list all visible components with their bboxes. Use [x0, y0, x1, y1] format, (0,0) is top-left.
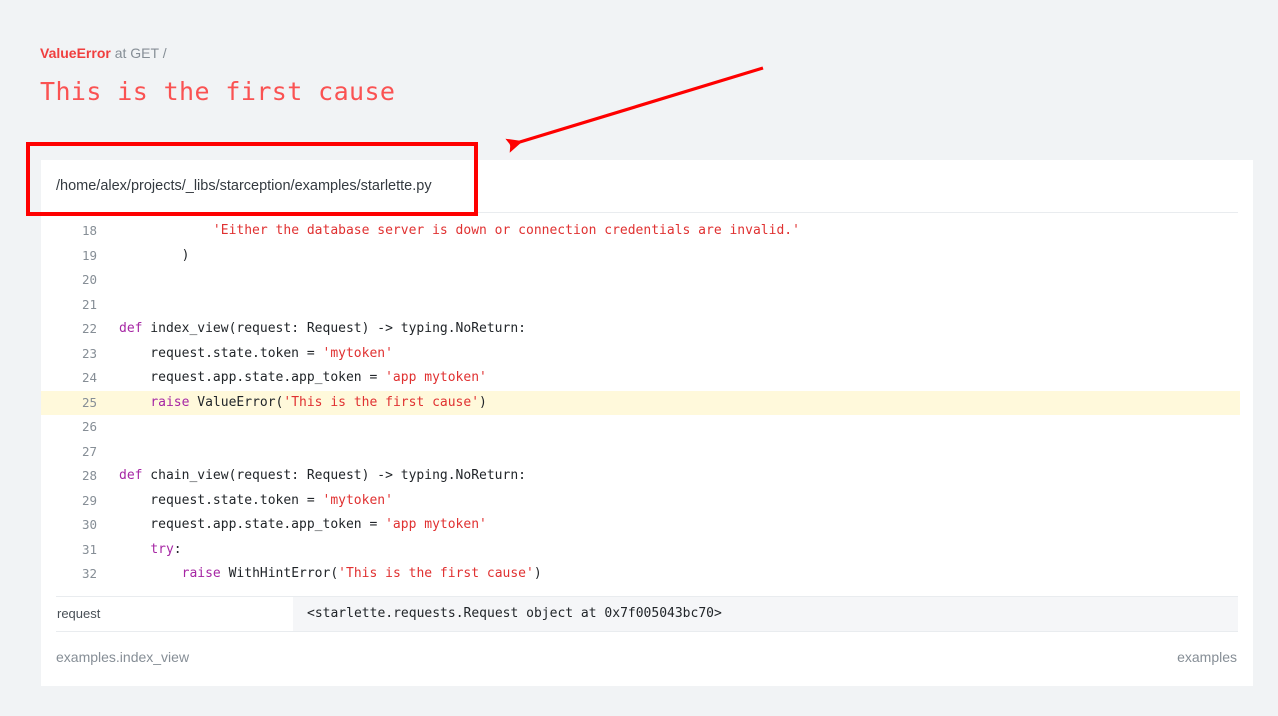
frame-function-name: examples.index_view: [56, 648, 190, 665]
code-line-text: raise WithHintError('This is the first c…: [119, 562, 1240, 587]
code-line-number: 25: [81, 394, 97, 410]
code-line: 20: [41, 268, 1240, 293]
code-line-number: 20: [81, 272, 97, 287]
local-variable-row: request <starlette.requests.Request objec…: [56, 596, 1238, 631]
code-token: ValueError(: [189, 394, 284, 410]
request-path: /: [162, 45, 167, 61]
request-method: GET: [130, 45, 159, 61]
code-line-text: [119, 293, 1240, 318]
code-line: 32 raise WithHintError('This is the firs…: [41, 562, 1240, 587]
code-line-text: def index_view(request: Request) -> typi…: [119, 317, 1240, 342]
code-line-text: def chain_view(request: Request) -> typi…: [119, 464, 1240, 489]
code-token: request.app.state.app_token =: [119, 517, 386, 532]
code-line: 26: [41, 415, 1240, 440]
local-variable-value: <starlette.requests.Request object at 0x…: [293, 596, 1238, 631]
code-token: 'This is the first cause': [283, 394, 480, 410]
code-line: 24 request.app.state.app_token = 'app my…: [41, 366, 1240, 391]
code-line-text: [119, 268, 1240, 293]
exception-name: ValueError: [40, 45, 111, 61]
frame-footer: examples.index_view examples: [41, 632, 1253, 682]
code-line: 18 'Either the database server is down o…: [41, 219, 1240, 244]
code-token: 'mytoken': [322, 492, 393, 508]
code-token: request.state.token =: [119, 492, 323, 508]
code-line-number: 19: [81, 247, 97, 263]
code-line: 23 request.state.token = 'mytoken': [41, 342, 1240, 367]
code-line-number: 28: [81, 468, 97, 483]
code-line-text: request.state.token = 'mytoken': [119, 489, 1240, 514]
code-line: 27: [41, 440, 1240, 465]
code-line: 29 request.state.token = 'mytoken': [41, 489, 1240, 514]
code-token: def: [119, 468, 143, 483]
code-line-text: request.state.token = 'mytoken': [119, 342, 1240, 367]
code-line-text: request.app.state.app_token = 'app mytok…: [119, 513, 1240, 538]
code-line: 25 raise ValueError('This is the first c…: [41, 390, 1240, 416]
code-token: request.state.token =: [119, 345, 323, 361]
code-line-number: 29: [81, 492, 97, 508]
code-line-number: 27: [81, 443, 97, 459]
code-token: raise: [181, 566, 221, 581]
code-line-text: request.app.state.app_token = 'app mytok…: [119, 366, 1240, 391]
exception-message: This is the first cause: [40, 77, 396, 106]
code-line-text: try:: [119, 538, 1240, 563]
exception-at-label: at: [114, 45, 127, 61]
frame-file-path[interactable]: /home/alex/projects/_libs/starception/ex…: [41, 160, 1253, 212]
code-line: 28 def chain_view(request: Request) -> ty…: [41, 464, 1240, 489]
code-line-text: 'Either the database server is down or c…: [119, 219, 1240, 244]
code-token: :: [173, 541, 182, 557]
code-line: 21: [41, 293, 1240, 318]
code-token: ): [479, 394, 487, 410]
code-line-number: 21: [81, 296, 97, 312]
code-token: try: [150, 541, 174, 557]
local-variables-table: request <starlette.requests.Request objec…: [41, 595, 1253, 631]
code-token: request.app.state.app_token =: [119, 370, 386, 385]
code-line-number: 26: [81, 419, 97, 434]
code-line-text: raise ValueError('This is the first caus…: [119, 391, 1240, 416]
code-token: 'app mytoken': [385, 517, 487, 532]
code-token: 'app mytoken': [385, 370, 487, 385]
code-token: index_view(request: Request) -> typing.N…: [142, 321, 526, 336]
code-token: chain_view(request: Request) -> typing.N…: [142, 468, 526, 483]
traceback-frame-card: /home/alex/projects/_libs/starception/ex…: [41, 160, 1253, 686]
code-line-number: 18: [81, 223, 97, 238]
code-line-text: [119, 415, 1240, 440]
code-token: 'mytoken': [322, 345, 393, 361]
local-variable-name: request: [57, 605, 101, 621]
code-token: WithHintError(: [220, 566, 339, 581]
code-token: 'Either the database server is down or c…: [212, 223, 800, 238]
code-line-number: 22: [81, 321, 97, 336]
code-line: 19 ): [41, 244, 1240, 269]
code-line-number: 23: [81, 345, 97, 361]
exception-summary: ValueError at GET /: [40, 44, 1254, 62]
code-line-number: 32: [81, 566, 97, 581]
code-token: def: [119, 321, 143, 336]
code-token: 'This is the first cause': [338, 566, 534, 581]
source-code-block: 18 'Either the database server is down o…: [41, 213, 1253, 587]
error-header: ValueError at GET / This is the first ca…: [40, 44, 1254, 108]
code-line: 22 def index_view(request: Request) -> ty…: [41, 317, 1240, 342]
code-line-number: 31: [81, 541, 97, 557]
code-line-number: 30: [81, 517, 97, 532]
code-line-number: 24: [81, 370, 97, 385]
code-line-text: [119, 440, 1240, 465]
code-token: ): [533, 566, 542, 581]
frame-package-name: examples: [1177, 648, 1237, 665]
code-token: ): [119, 247, 190, 263]
code-line: 31 try:: [41, 538, 1240, 563]
code-line: 30 request.app.state.app_token = 'app my…: [41, 513, 1240, 538]
code-token: raise: [150, 394, 190, 410]
code-line-text: ): [119, 244, 1240, 269]
